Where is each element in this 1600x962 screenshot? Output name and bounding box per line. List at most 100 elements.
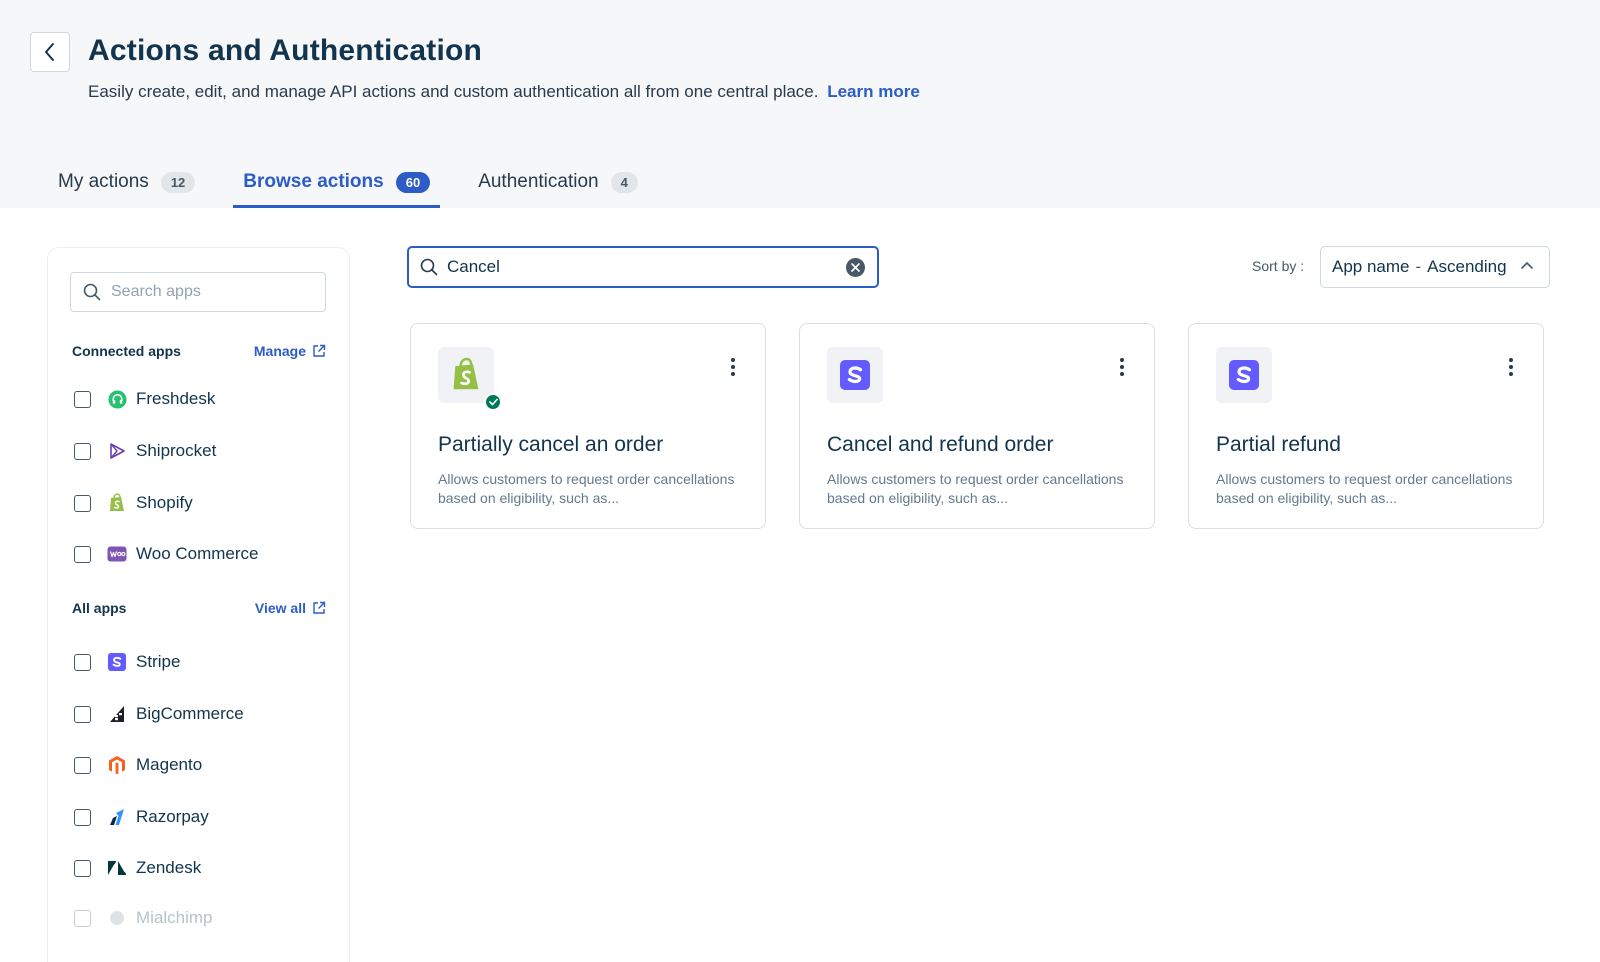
more-options-icon[interactable] xyxy=(1112,354,1132,380)
search-icon xyxy=(420,258,438,276)
app-name: Freshdesk xyxy=(136,389,216,408)
stripe-logo-icon xyxy=(107,652,127,672)
app-filter-stripe[interactable]: Stripe xyxy=(74,650,180,674)
checkbox[interactable] xyxy=(74,494,91,512)
app-filter-mialchimp[interactable]: Mialchimp xyxy=(74,906,213,930)
app-filter-freshdesk[interactable]: Freshdesk xyxy=(74,387,215,411)
shopify-logo-icon xyxy=(453,357,479,390)
all-apps-label: All apps xyxy=(72,600,127,616)
app-name: Mialchimp xyxy=(136,908,213,927)
app-filter-razorpay[interactable]: Razorpay xyxy=(74,805,209,829)
card-title: Partial refund xyxy=(1216,433,1341,456)
app-name: Magento xyxy=(136,755,203,774)
sort-order: Ascending xyxy=(1427,257,1507,276)
count-badge: 4 xyxy=(610,171,638,193)
card-description: Allows customers to request order cancel… xyxy=(1216,471,1513,506)
connected-apps-label: Connected apps xyxy=(72,343,181,359)
card-description: Allows customers to request order cancel… xyxy=(438,471,735,506)
back-button[interactable] xyxy=(30,32,70,72)
checkbox[interactable] xyxy=(74,653,91,671)
zendesk-logo-icon xyxy=(107,858,127,878)
app-name: Zendesk xyxy=(136,858,202,877)
checkbox[interactable] xyxy=(74,545,91,563)
tab-label: Browse actions xyxy=(243,171,384,192)
subtitle-text: Easily create, edit, and manage API acti… xyxy=(88,82,819,101)
sort-label: Sort by : xyxy=(1252,258,1305,274)
app-name: Woo Commerce xyxy=(136,544,259,563)
connected-apps-header: Connected apps Manage xyxy=(72,343,326,359)
stripe-logo-icon xyxy=(1229,360,1259,390)
tab-bar: My actions 12 Browse actions 60 Authenti… xyxy=(48,156,676,208)
app-search-box xyxy=(70,272,326,312)
card-title: Cancel and refund order xyxy=(827,433,1054,456)
app-name: Shiprocket xyxy=(136,441,217,460)
tab-authentication[interactable]: Authentication 4 xyxy=(468,156,648,208)
page-title: Actions and Authentication xyxy=(88,34,483,67)
app-logo xyxy=(438,347,502,411)
external-link-icon xyxy=(313,344,326,357)
clear-search-button[interactable] xyxy=(846,258,865,277)
manage-link[interactable]: Manage xyxy=(254,343,326,359)
freshdesk-logo-icon xyxy=(107,389,127,409)
card-description: Allows customers to request order cancel… xyxy=(827,471,1124,506)
action-search-box xyxy=(407,246,879,288)
checkbox[interactable] xyxy=(74,808,91,826)
sort-dropdown[interactable]: App name - Ascending xyxy=(1320,246,1550,288)
app-name: BigCommerce xyxy=(136,704,244,723)
app-filter-bigcommerce[interactable]: BigCommerce xyxy=(74,702,244,726)
app-filter-shiprocket[interactable]: Shiprocket xyxy=(74,439,216,463)
page-header: Actions and Authentication Easily create… xyxy=(0,0,1600,208)
view-all-label: View all xyxy=(254,600,306,616)
close-icon xyxy=(851,263,860,272)
tab-label: My actions xyxy=(58,171,149,192)
learn-more-link[interactable]: Learn more xyxy=(827,82,920,101)
sort-separator: - xyxy=(1415,257,1422,276)
checkbox[interactable] xyxy=(74,756,91,774)
checkbox[interactable] xyxy=(74,909,91,927)
app-logo xyxy=(1216,347,1272,403)
tab-my-actions[interactable]: My actions 12 xyxy=(48,156,205,208)
chevron-up-icon xyxy=(1521,262,1533,269)
action-search-input[interactable] xyxy=(447,257,827,277)
action-card[interactable]: Cancel and refund order Allows customers… xyxy=(799,323,1155,529)
more-options-icon[interactable] xyxy=(723,354,743,380)
action-card[interactable]: Partial refund Allows customers to reque… xyxy=(1188,323,1544,529)
connected-check-icon xyxy=(484,393,502,411)
checkbox[interactable] xyxy=(74,705,91,723)
external-link-icon xyxy=(313,601,326,614)
woocommerce-logo-icon xyxy=(107,544,127,564)
checkbox[interactable] xyxy=(74,859,91,877)
checkbox[interactable] xyxy=(74,390,91,408)
page-subtitle: Easily create, edit, and manage API acti… xyxy=(88,82,920,102)
bigcommerce-logo-icon xyxy=(107,704,127,724)
app-filter-shopify[interactable]: Shopify xyxy=(74,491,193,515)
tab-browse-actions[interactable]: Browse actions 60 xyxy=(233,156,441,208)
view-all-link[interactable]: View all xyxy=(255,600,326,616)
action-card[interactable]: Partially cancel an order Allows custome… xyxy=(410,323,766,529)
chevron-left-icon xyxy=(45,43,54,61)
all-apps-header: All apps View all xyxy=(72,600,326,616)
shiprocket-logo-icon xyxy=(107,441,127,461)
mailchimp-logo-icon xyxy=(107,908,127,928)
app-name: Razorpay xyxy=(136,807,209,826)
count-badge: 12 xyxy=(160,171,196,193)
checkbox[interactable] xyxy=(74,442,91,460)
card-title: Partially cancel an order xyxy=(438,433,664,456)
app-filter-zendesk[interactable]: Zendesk xyxy=(74,856,201,880)
shopify-logo-icon xyxy=(107,493,127,513)
more-options-icon[interactable] xyxy=(1501,354,1521,380)
app-logo xyxy=(827,347,883,403)
app-name: Stripe xyxy=(136,652,181,671)
sort-field: App name xyxy=(1332,257,1410,276)
app-name: Shopify xyxy=(136,493,193,512)
apps-filter-panel: Connected apps Manage Freshdesk Shiprock… xyxy=(47,247,350,962)
tab-label: Authentication xyxy=(478,171,599,192)
app-filter-woo-commerce[interactable]: Woo Commerce xyxy=(74,542,259,566)
search-icon xyxy=(83,283,101,301)
app-filter-magento[interactable]: Magento xyxy=(74,753,202,777)
count-badge: 60 xyxy=(395,171,431,193)
magento-logo-icon xyxy=(107,755,127,775)
manage-label: Manage xyxy=(253,343,306,359)
app-search-input[interactable] xyxy=(111,283,311,301)
razorpay-logo-icon xyxy=(107,807,127,827)
